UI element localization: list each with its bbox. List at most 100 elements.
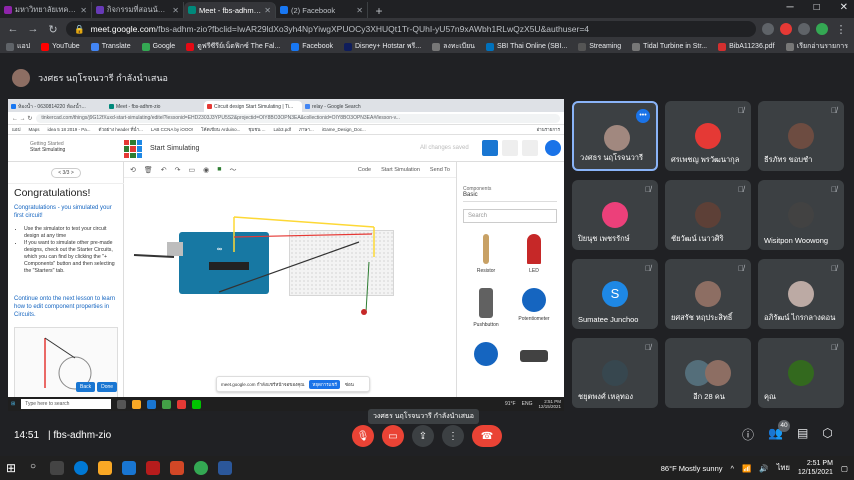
- info-icon[interactable]: ⓘ: [742, 426, 754, 443]
- volume-icon[interactable]: 🔊: [759, 464, 768, 473]
- search-icon[interactable]: ○: [26, 461, 40, 475]
- more-options-button[interactable]: ⋮: [442, 425, 464, 447]
- participant-tile[interactable]: 🎙̸ S Sumatee Junchoo: [572, 259, 658, 329]
- tray-chevron-icon[interactable]: ^: [731, 464, 735, 473]
- mic-off-icon: 🎙̸: [738, 185, 744, 194]
- mic-off-icon: 🎙: [356, 430, 370, 442]
- list-item: Use the simulator to test your circuit d…: [24, 226, 120, 240]
- participant-name: ยศสรัช หฤประสิทธิ์: [671, 313, 733, 322]
- maximize-icon[interactable]: □: [814, 2, 820, 13]
- avatar: [788, 123, 814, 149]
- weather-widget[interactable]: 86°F Mostly sunny: [661, 464, 723, 473]
- bookmark-item[interactable]: Streaming: [578, 42, 621, 51]
- participant-tile[interactable]: ••• วงศธร นฤโรจนวารี: [572, 101, 658, 171]
- task-view-icon[interactable]: [50, 461, 65, 475]
- more-options-icon[interactable]: •••: [636, 109, 650, 123]
- mic-toggle-button[interactable]: 🎙: [352, 425, 374, 447]
- leave-call-button[interactable]: ☎: [472, 425, 502, 447]
- participant-tile[interactable]: 🎙̸ ศรเพชญ พรวัฒนากุล: [665, 101, 751, 171]
- bookmark-item[interactable]: Translate: [90, 42, 131, 51]
- participant-tile-self[interactable]: 🎙̸ คุณ: [758, 338, 844, 408]
- minimize-icon[interactable]: ─: [786, 2, 793, 13]
- bookmark-label: เรียกอ่านรายการ: [796, 43, 848, 50]
- windows-start-icon[interactable]: ⊞: [6, 461, 16, 475]
- browser-tab[interactable]: (2) Facebook ✕: [276, 2, 368, 18]
- taskbar-search: Type here to search: [21, 399, 112, 409]
- breadcrumb-current: Start Simulating: [30, 147, 66, 153]
- close-icon[interactable]: ✕: [264, 6, 271, 15]
- edge-icon[interactable]: [74, 461, 89, 475]
- reload-icon[interactable]: ↻: [46, 23, 60, 36]
- shared-tab: ห้องน้ำ - 0630814220 ห้องน้ำ...: [8, 101, 106, 112]
- windows-start-icon: ⊞: [11, 401, 16, 407]
- app-icon[interactable]: [146, 461, 161, 475]
- wire: [233, 216, 375, 228]
- word-icon[interactable]: [218, 461, 233, 475]
- bookmark-item[interactable]: แอป: [6, 41, 30, 52]
- taskbar-clock[interactable]: 2:51 PM 12/15/2021: [798, 459, 833, 477]
- camera-off-icon: ▭: [388, 430, 398, 442]
- back-icon[interactable]: ←: [6, 23, 20, 35]
- bookmark-item[interactable]: SBI Thai Online (SBI...: [485, 42, 567, 51]
- chat-icon[interactable]: ▤: [797, 426, 808, 443]
- components-panel: Components Basic Search Resistor LED Pus…: [456, 162, 564, 411]
- participant-tile[interactable]: 🎙̸ ธีรภัทร ขอบชำ: [758, 101, 844, 171]
- tinkercad-header: Getting Started Start Simulating Start Si…: [8, 136, 564, 162]
- led: [361, 309, 367, 315]
- bookmark-item[interactable]: BibA11236.pdf: [718, 42, 775, 51]
- chrome-icon[interactable]: [194, 461, 209, 475]
- close-window-icon[interactable]: ✕: [840, 2, 848, 13]
- tab-title: (2) Facebook: [291, 5, 336, 15]
- bookmark-label: อ่านรายการ: [536, 127, 560, 132]
- bookmark-item[interactable]: ดูฟรีซีรีย์เน็ตฟิกซ์ The Fal...: [186, 41, 280, 52]
- participant-tile-overflow[interactable]: อีก 28 คน: [665, 338, 751, 408]
- forward-icon[interactable]: →: [26, 23, 40, 35]
- bookmark-label: ชุมชน ...: [248, 127, 266, 132]
- bookmark-item[interactable]: Tidal Turbine in Str...: [632, 42, 707, 51]
- participant-tile[interactable]: 🎙̸ ยศสรัช หฤประสิทธิ์: [665, 259, 751, 329]
- menu-icon[interactable]: ⋮: [834, 23, 848, 36]
- address-bar[interactable]: 🔒 meet.google.com/fbs-adhm-zio?fbclid=Iw…: [66, 21, 756, 37]
- bookmark-item[interactable]: Google: [141, 42, 175, 51]
- camera-toggle-button[interactable]: ▭: [382, 425, 404, 447]
- clock-date: 12/15/2021: [538, 404, 561, 409]
- bookmark-item[interactable]: เรียกอ่านรายการ: [785, 41, 848, 52]
- tab-favicon: [280, 6, 288, 14]
- bookmark-item[interactable]: YouTube: [41, 42, 80, 51]
- close-icon[interactable]: ✕: [172, 6, 179, 15]
- profile-avatar[interactable]: [816, 23, 828, 35]
- powerpoint-icon[interactable]: [170, 461, 185, 475]
- close-icon[interactable]: ✕: [80, 6, 87, 15]
- bookmark-item[interactable]: Disney+ Hotstar พรี...: [344, 41, 421, 52]
- browser-tab[interactable]: มหาวิทยาลัยเทคโนโลยีราชมงคลศรีวิชัย✕: [0, 2, 92, 18]
- new-tab-icon[interactable]: +: [372, 4, 386, 18]
- browser-tab-active[interactable]: Meet - fbs-adhm-zio ✕: [184, 2, 276, 18]
- participant-name: คุณ: [764, 392, 776, 401]
- network-icon[interactable]: 📶: [742, 464, 751, 473]
- input-language[interactable]: ไทย: [777, 462, 790, 474]
- close-icon[interactable]: ✕: [356, 6, 363, 15]
- bookmark-item[interactable]: Facebook: [291, 42, 333, 51]
- activities-icon[interactable]: ⬡: [822, 426, 832, 443]
- store-icon[interactable]: [122, 461, 137, 475]
- component-search-input: Search: [463, 209, 557, 223]
- notification-icon[interactable]: ▢: [841, 464, 848, 473]
- extension-icon[interactable]: [762, 23, 774, 35]
- participant-tile[interactable]: 🎙̸ ชยุตพงศ์ เหลุทอง: [572, 338, 658, 408]
- bookmark-label: แอป: [12, 127, 21, 132]
- extension-icon[interactable]: [780, 23, 792, 35]
- extension-icon[interactable]: [798, 23, 810, 35]
- participant-tile[interactable]: 🎙̸ Wisitpon Woowong: [758, 180, 844, 250]
- tab-favicon: [96, 6, 104, 14]
- present-button[interactable]: ⇪: [412, 425, 434, 447]
- participant-tile[interactable]: 🎙̸ ชัยวัฒน์ เนาวศิริ: [665, 180, 751, 250]
- participant-tile[interactable]: 🎙̸ ปิยนุช เพชรรักษ์: [572, 180, 658, 250]
- file-explorer-icon[interactable]: [98, 461, 113, 475]
- tab-title: Meet - fbs-adhm-zio: [199, 5, 262, 15]
- url-path: /fbs-adhm-zio?fbclid=IwAR29ldXo3yh4NpYiw…: [155, 24, 590, 34]
- browser-tab[interactable]: กิจกรรมที่สอนน้อง - Google ฟอร์ม✕: [92, 2, 184, 18]
- circuit-view-icon: [482, 140, 498, 156]
- lesson-list: Use the simulator to test your circuit d…: [18, 226, 120, 275]
- bookmark-item[interactable]: ลงทะเบียน: [432, 41, 475, 52]
- participant-tile[interactable]: 🎙̸ อภิรัฒน์ ไกรกลางดอน: [758, 259, 844, 329]
